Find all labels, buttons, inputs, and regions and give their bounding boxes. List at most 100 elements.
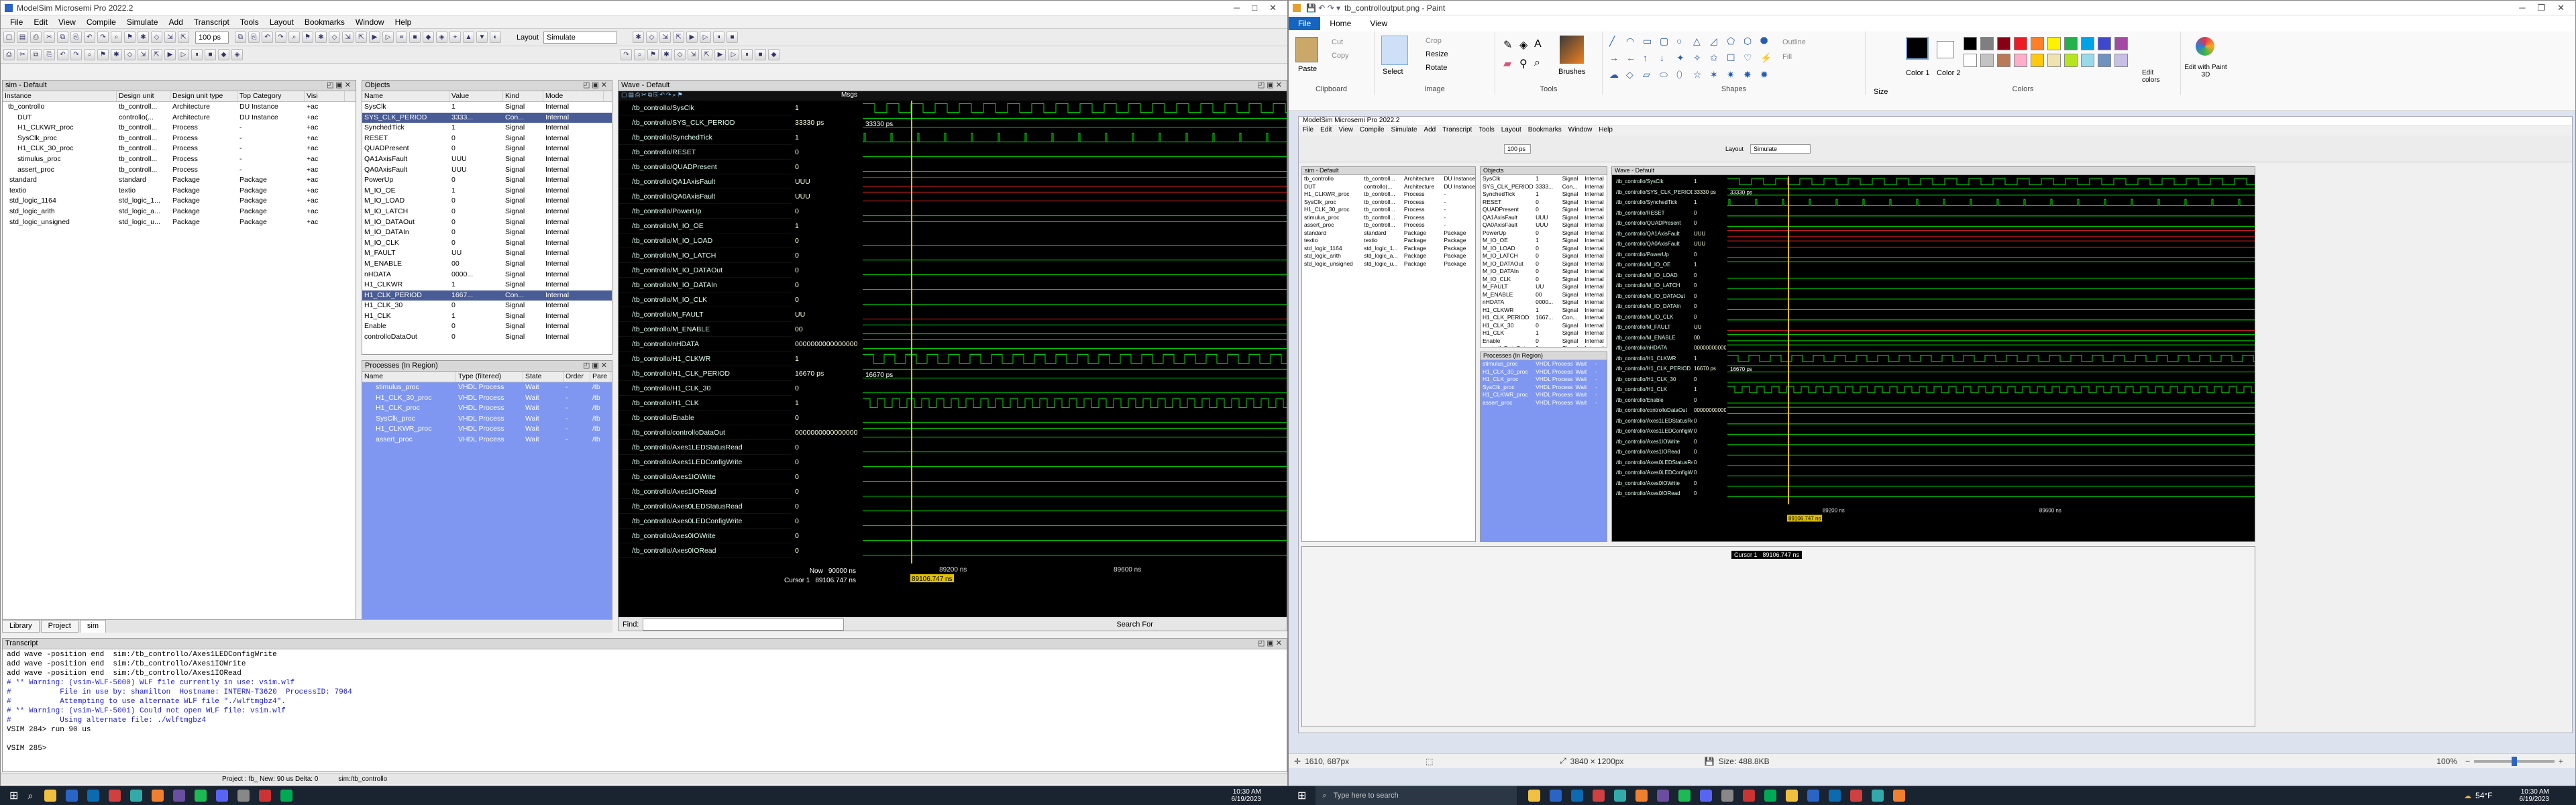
color2-swatch[interactable] [1937, 41, 1954, 58]
shape-icon[interactable]: ✷ [1727, 69, 1741, 84]
wave-signal-name[interactable]: /tb_controllo/H1_CLK_PERIOD [619, 366, 792, 381]
taskbar-search-box[interactable]: ⌕ Type here to search [1316, 786, 1517, 805]
object-row[interactable]: SYS_CLK_PERIOD 3333... Con... Internal [362, 112, 612, 123]
toolbar-mark-icon[interactable]: ✱ [138, 32, 149, 43]
panel-controls-icon[interactable]: ◰▣✕ [583, 361, 612, 371]
file-explorer-icon[interactable] [1528, 790, 1541, 802]
instance-row[interactable]: DUT controllo(... Architecture DU Instance +… [3, 113, 356, 123]
toolbar-open-icon[interactable]: ◈ [231, 49, 243, 60]
wave-signal-name[interactable]: /tb_controllo/M_IO_DATAOut [619, 263, 792, 278]
menu-item-view[interactable]: View [53, 17, 81, 27]
process-row[interactable]: H1_CLK_proc VHDL Process Wait - /tb [362, 403, 612, 414]
search-icon[interactable]: ⌕ [28, 790, 33, 802]
wave-signal-name[interactable]: /tb_controllo/SYS_CLK_PERIOD [619, 115, 792, 130]
shape-icon[interactable]: ↑ [1643, 52, 1658, 67]
palette-swatch[interactable] [2064, 54, 2078, 67]
wave-tool-icon[interactable]: ⚑ [678, 91, 683, 101]
menu-item-file[interactable]: File [5, 17, 28, 27]
process-row[interactable]: stimulus_proc VHDL Process Wait - /tb [362, 382, 612, 393]
file-explorer-icon[interactable] [1786, 790, 1799, 802]
wave-canvas[interactable]: 33330 ps16670 ps89200 ns89600 ns90000 ns… [863, 101, 1287, 594]
toolbar-cut-icon[interactable]: ↶ [57, 49, 68, 60]
palette-swatch[interactable] [2014, 54, 2027, 67]
toolbar-copy-icon[interactable]: ⇲ [688, 49, 699, 60]
shape-icon[interactable]: ◿ [1710, 36, 1725, 50]
shape-icon[interactable]: ⯃ [1760, 36, 1775, 50]
wave-signal-name[interactable]: /tb_controllo/QUADPresent [619, 160, 792, 174]
search-for-label[interactable]: Search For [1116, 621, 1152, 629]
wave-tool-icon[interactable]: ▤ [629, 91, 635, 101]
file-explorer-icon[interactable] [44, 790, 57, 802]
toolbar-redo-icon[interactable]: ✱ [111, 49, 122, 60]
toolbar-run-icon[interactable]: ▷ [178, 49, 189, 60]
shape-icon[interactable]: ✧ [1693, 52, 1708, 67]
palette-swatch[interactable] [2114, 54, 2128, 67]
wave-signal-name[interactable]: /tb_controllo/PowerUp [619, 204, 792, 219]
transcript-body[interactable]: add wave -position end sim:/tb_controllo… [3, 649, 1287, 754]
wave-signal-name[interactable]: /tb_controllo/M_IO_CLK [619, 292, 792, 307]
instance-row[interactable]: std_logic_unsigned std_logic_u... Package P… [3, 217, 356, 228]
column-header-state[interactable]: State [523, 372, 564, 382]
office-icon[interactable] [109, 790, 121, 802]
paint-icon[interactable] [1764, 790, 1777, 802]
paste-icon[interactable] [1295, 37, 1318, 62]
wave-signal-name[interactable]: /tb_controllo/Axes1LEDConfigWrite [619, 455, 792, 470]
mail-icon[interactable] [1829, 790, 1841, 802]
wave-signal-name[interactable]: /tb_controllo/QA1AxisFault [619, 174, 792, 189]
toolbar-step-icon[interactable]: ⇲ [164, 32, 176, 43]
toolbar-save-icon[interactable]: ⚑ [647, 49, 659, 60]
vscode-icon[interactable] [237, 790, 250, 802]
crop-button[interactable]: Crop [1426, 37, 1442, 45]
zoom-in-icon[interactable]: + [2559, 757, 2563, 766]
shape-icon[interactable]: ♡ [1743, 52, 1758, 67]
toolbar-new-icon[interactable]: ⎙ [3, 49, 15, 60]
windows-start-icon[interactable]: ⊞ [1297, 789, 1306, 802]
toolbar-undo-icon[interactable]: ↷ [97, 32, 109, 43]
column-header-name[interactable]: Name [362, 372, 456, 382]
column-header-design-unit[interactable]: Design unit [117, 91, 170, 101]
column-header-mode[interactable]: Mode [543, 91, 604, 101]
wave-signal-name[interactable]: /tb_controllo/M_FAULT [619, 307, 792, 322]
wave-tool-icon[interactable]: ↶ [659, 91, 665, 101]
toolbar-paste-icon[interactable]: ✱ [315, 32, 327, 43]
find-input[interactable] [643, 619, 845, 631]
toolbar-paste-icon[interactable]: ↶ [84, 32, 95, 43]
teams-icon[interactable] [1872, 790, 1884, 802]
close-icon[interactable]: ✕ [2557, 3, 2565, 13]
wave-tool-icon[interactable]: ▢ [621, 91, 627, 101]
wave-signal-name[interactable]: /tb_controllo/Axes1IOWrite [619, 470, 792, 484]
color-picker-icon[interactable]: ⚲ [1519, 57, 1527, 70]
text-icon[interactable]: A [1534, 38, 1542, 50]
toolbar-print-icon[interactable]: ◐ [490, 32, 501, 43]
teams-icon[interactable] [130, 790, 143, 802]
palette-swatch[interactable] [1980, 37, 1994, 50]
palette-swatch[interactable] [1997, 54, 2010, 67]
shape-icon[interactable]: ← [1626, 52, 1641, 67]
mail-icon[interactable] [1571, 790, 1584, 802]
palette-swatch[interactable] [2114, 37, 2128, 50]
paint-icon[interactable] [280, 790, 293, 802]
office-icon[interactable] [1850, 790, 1863, 802]
column-header-kind[interactable]: Kind [503, 91, 543, 101]
spotify-icon[interactable] [1678, 790, 1691, 802]
pencil-icon[interactable]: ✎ [1503, 38, 1512, 52]
edge-icon[interactable] [1807, 790, 1820, 802]
object-row[interactable]: SysClk 1 Signal Internal [362, 102, 612, 113]
teams-icon[interactable] [1614, 790, 1627, 802]
column-header-visi[interactable]: Visi [305, 91, 345, 101]
menu-item-window[interactable]: Window [350, 17, 390, 27]
toolbar-print-icon[interactable]: ⇱ [673, 32, 685, 43]
menu-item-bookmarks[interactable]: Bookmarks [299, 17, 350, 27]
toolbar-open-icon[interactable]: ⎘ [248, 32, 260, 43]
palette-swatch[interactable] [1964, 37, 1977, 50]
toolbar-cut-icon[interactable]: ▶ [686, 32, 698, 43]
shape-icon[interactable]: ⬡ [1743, 36, 1758, 50]
chrome-icon[interactable] [1893, 790, 1906, 802]
toolbar-break-icon[interactable]: ⏸ [191, 49, 203, 60]
shape-icon[interactable]: ☁ [1609, 69, 1624, 84]
toolbar-zoom-icon[interactable]: ▷ [382, 32, 394, 43]
fill-dropdown[interactable]: Fill [1782, 53, 1792, 61]
eraser-icon[interactable]: ▰ [1503, 57, 1511, 70]
object-row[interactable]: M_FAULT UU Signal Internal [362, 248, 612, 259]
zoom-slider[interactable] [2473, 756, 2555, 766]
